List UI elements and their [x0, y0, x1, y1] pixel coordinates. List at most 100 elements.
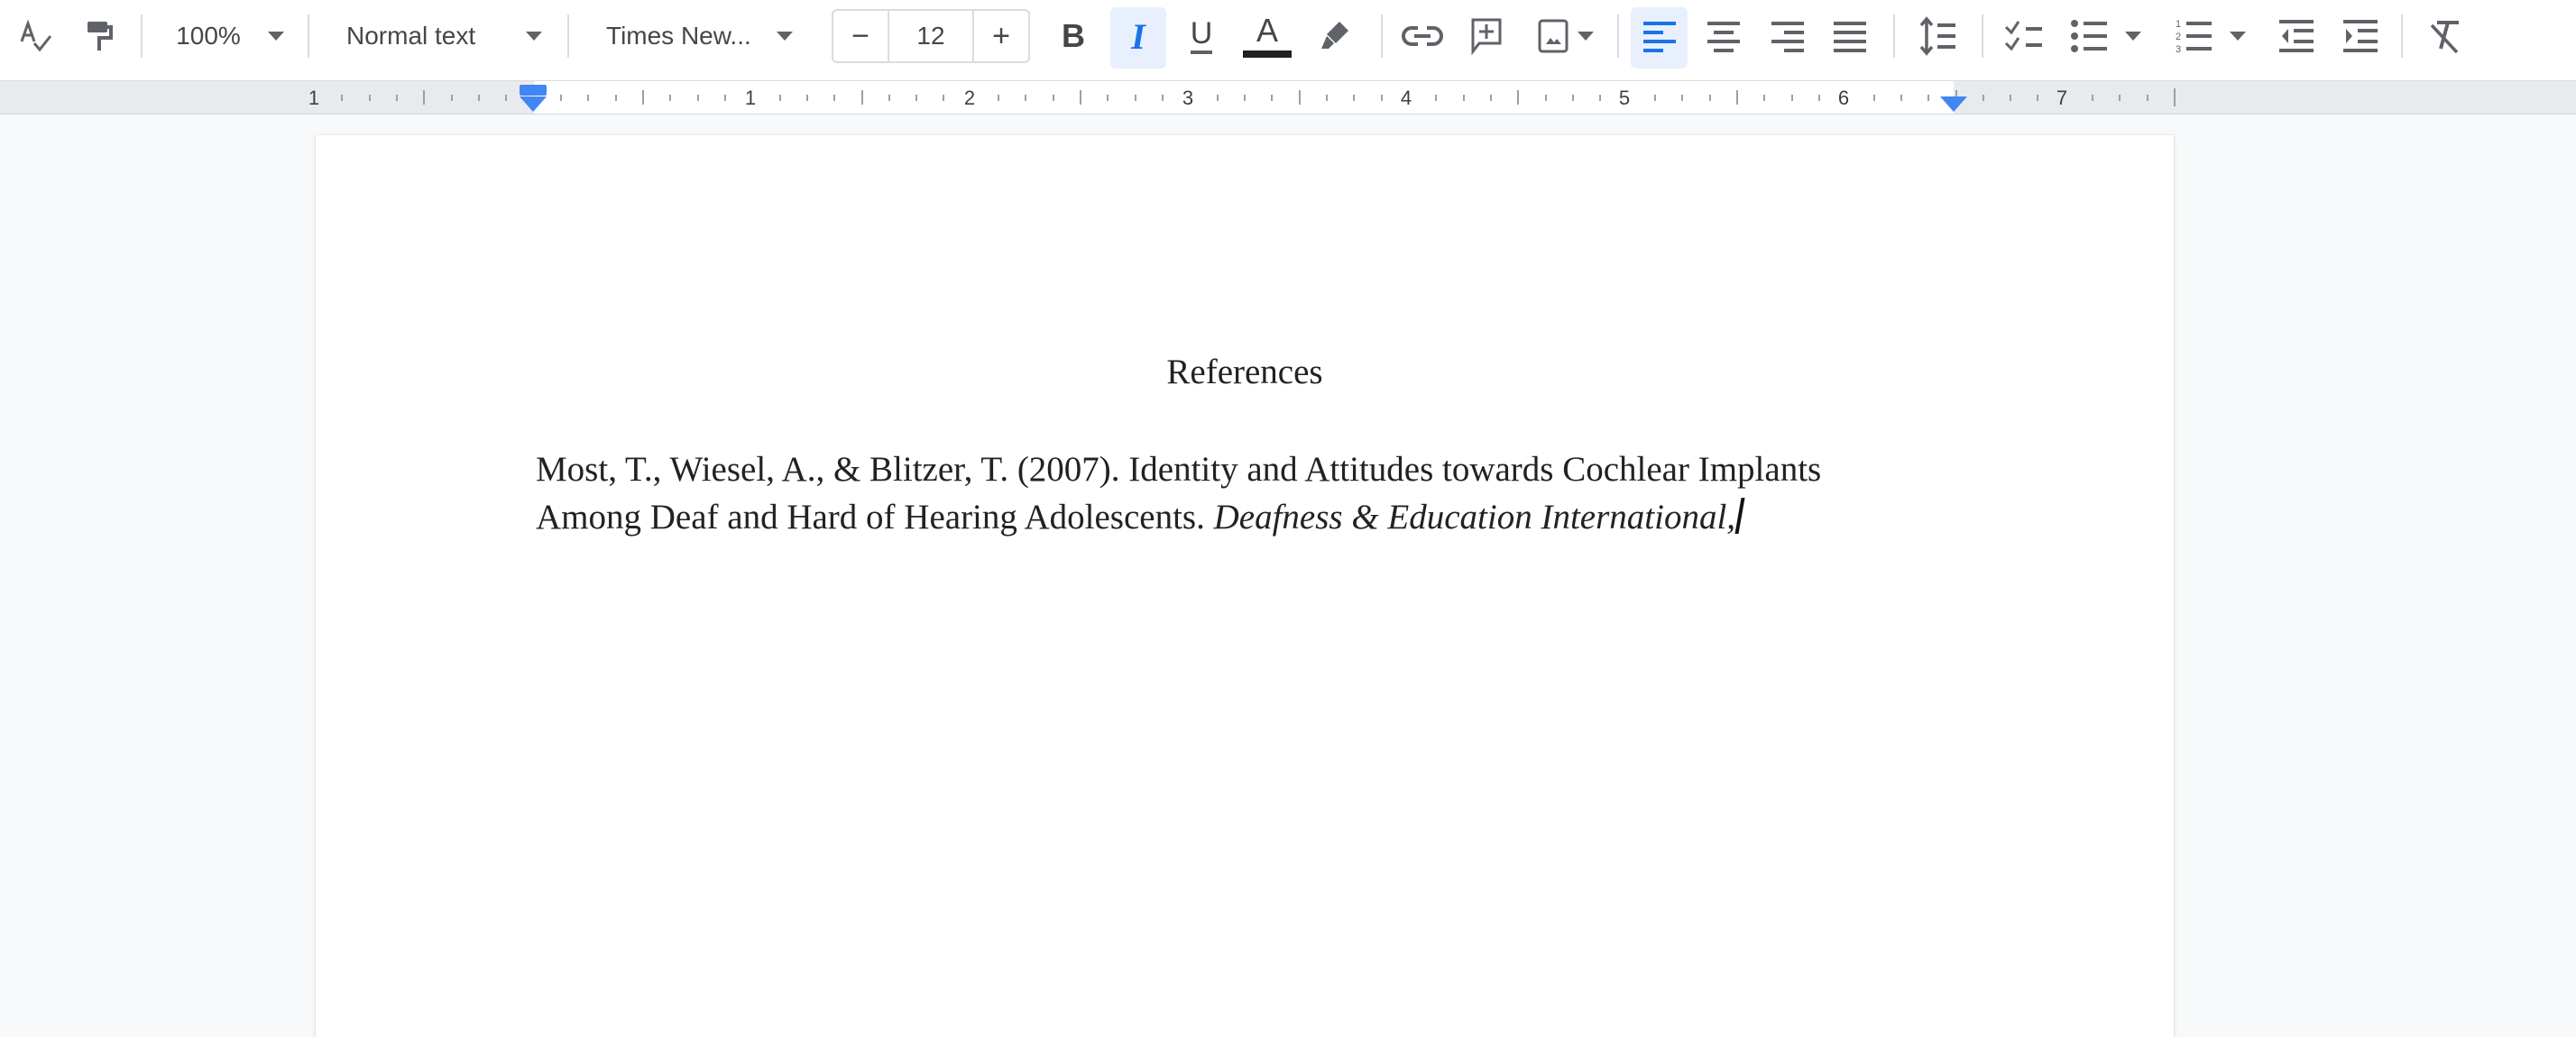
ruler-tick — [450, 95, 453, 101]
toolbar: 100% Normal text Times New... − 12 + B I… — [0, 0, 2576, 79]
svg-text:1: 1 — [2176, 19, 2181, 30]
italic-button[interactable]: I — [1118, 0, 1158, 72]
ruler-tick — [1326, 95, 1329, 101]
ruler-tick — [1708, 95, 1711, 101]
toolbar-separator — [1381, 14, 1383, 58]
ruler-label: 3 — [1182, 87, 1194, 109]
toolbar-separator — [308, 14, 309, 58]
font-family-select[interactable]: Times New... — [595, 0, 823, 72]
ruler-label: 4 — [1400, 87, 1412, 109]
decrease-indent-button[interactable] — [2278, 0, 2314, 72]
ruler-tick — [1107, 95, 1109, 101]
ruler-tick — [1052, 95, 1054, 101]
paragraph-style-select[interactable]: Normal text — [336, 0, 563, 72]
ruler-tick — [1025, 95, 1027, 101]
bold-button[interactable]: B — [1053, 0, 1093, 72]
ruler-tick — [915, 95, 918, 101]
spellcheck-icon — [20, 19, 52, 52]
ruler-tick — [395, 95, 398, 101]
ruler-tick — [423, 90, 426, 105]
ruler-tick — [2146, 95, 2148, 101]
justify-button[interactable] — [1832, 0, 1868, 72]
increase-indent-icon — [2343, 20, 2378, 52]
ruler-tick — [1353, 95, 1356, 101]
chevron-down-icon — [2125, 32, 2141, 41]
toolbar-separator — [141, 14, 143, 58]
text-color-icon: A — [1256, 12, 1278, 49]
document-page[interactable]: References Most, T., Wiesel, A., & Blitz… — [316, 135, 2174, 1037]
toolbar-separator — [1982, 14, 1983, 58]
zoom-select[interactable]: 100% — [162, 0, 298, 72]
zoom-value: 100% — [176, 22, 241, 50]
ruler-tick — [341, 95, 344, 101]
checklist-button[interactable] — [2004, 0, 2044, 72]
line-spacing-button[interactable] — [1918, 0, 1957, 72]
ruler-tick — [477, 95, 480, 101]
ruler[interactable]: 1 1 2 3 4 5 6 7 — [0, 80, 2576, 115]
svg-text:2: 2 — [2176, 32, 2181, 42]
align-center-button[interactable] — [1706, 0, 1742, 72]
reference-line-1: Most, T., Wiesel, A., & Blitzer, T. (200… — [536, 450, 1822, 489]
right-indent-handle[interactable] — [1940, 96, 1967, 112]
ruler-tick — [696, 95, 699, 101]
ruler-tick — [2010, 95, 2012, 101]
ruler-tick — [1872, 95, 1875, 101]
insert-image-button[interactable] — [1530, 0, 1602, 72]
ruler-label: 1 — [744, 87, 757, 109]
ruler-tick — [1927, 95, 1930, 101]
ruler-label: 5 — [1618, 87, 1631, 109]
ruler-tick — [1982, 95, 1984, 101]
increase-font-size-button[interactable]: + — [974, 11, 1028, 61]
align-right-icon — [1771, 22, 1804, 52]
chevron-down-icon — [1578, 32, 1594, 41]
bulleted-list-button[interactable] — [2071, 0, 2161, 72]
clear-formatting-button[interactable] — [2426, 0, 2462, 72]
reference-plain-text: Among Deaf and Hard of Hearing Adolescen… — [536, 498, 1214, 537]
text-color-swatch — [1243, 50, 1292, 58]
insert-link-button[interactable] — [1402, 0, 1443, 72]
paint-format-button[interactable] — [83, 0, 115, 72]
ruler-tick — [778, 95, 781, 101]
link-icon — [1402, 26, 1443, 46]
italic-icon: I — [1131, 15, 1145, 57]
ruler-label: 7 — [2056, 87, 2068, 109]
ruler-tick — [860, 90, 863, 105]
add-comment-button[interactable] — [1468, 0, 1504, 72]
paragraph-style-value: Normal text — [346, 22, 476, 50]
highlighter-icon — [1321, 22, 1348, 49]
text-color-button[interactable]: A — [1243, 0, 1292, 72]
ruler-tick — [1435, 95, 1438, 101]
ruler-tick — [641, 90, 644, 105]
paint-format-icon — [87, 22, 113, 50]
numbered-list-button[interactable]: 1 2 3 — [2176, 0, 2266, 72]
align-center-icon — [1707, 22, 1740, 52]
ruler-tick — [1763, 95, 1766, 101]
font-size-input[interactable]: 12 — [888, 11, 974, 61]
ruler-tick — [1544, 95, 1547, 101]
ruler-label: 6 — [1837, 87, 1850, 109]
underline-icon: U — [1190, 16, 1213, 50]
bulleted-list-icon — [2071, 20, 2107, 52]
align-right-button[interactable] — [1770, 0, 1806, 72]
decrease-font-size-button[interactable]: − — [833, 11, 888, 61]
ruler-tick — [1817, 95, 1820, 101]
highlight-color-button[interactable] — [1317, 0, 1355, 72]
ruler-tick — [614, 95, 617, 101]
ruler-tick — [559, 95, 562, 101]
increase-indent-button[interactable] — [2342, 0, 2378, 72]
ruler-tick — [888, 95, 890, 101]
ruler-tick — [1735, 90, 1738, 105]
ruler-tick — [2119, 95, 2121, 101]
ruler-tick — [1517, 90, 1520, 105]
chevron-down-icon — [776, 32, 793, 41]
ruler-tick — [1162, 95, 1164, 101]
left-indent-handle[interactable] — [520, 96, 547, 112]
underline-button[interactable]: U — [1182, 0, 1221, 72]
spellcheck-button[interactable] — [18, 0, 54, 72]
first-line-indent-handle[interactable] — [520, 85, 547, 96]
chevron-down-icon — [526, 32, 543, 41]
chevron-down-icon — [267, 32, 284, 41]
font-size-control: − 12 + — [832, 9, 1030, 63]
align-left-icon — [1643, 22, 1676, 52]
align-left-button[interactable] — [1642, 0, 1678, 72]
